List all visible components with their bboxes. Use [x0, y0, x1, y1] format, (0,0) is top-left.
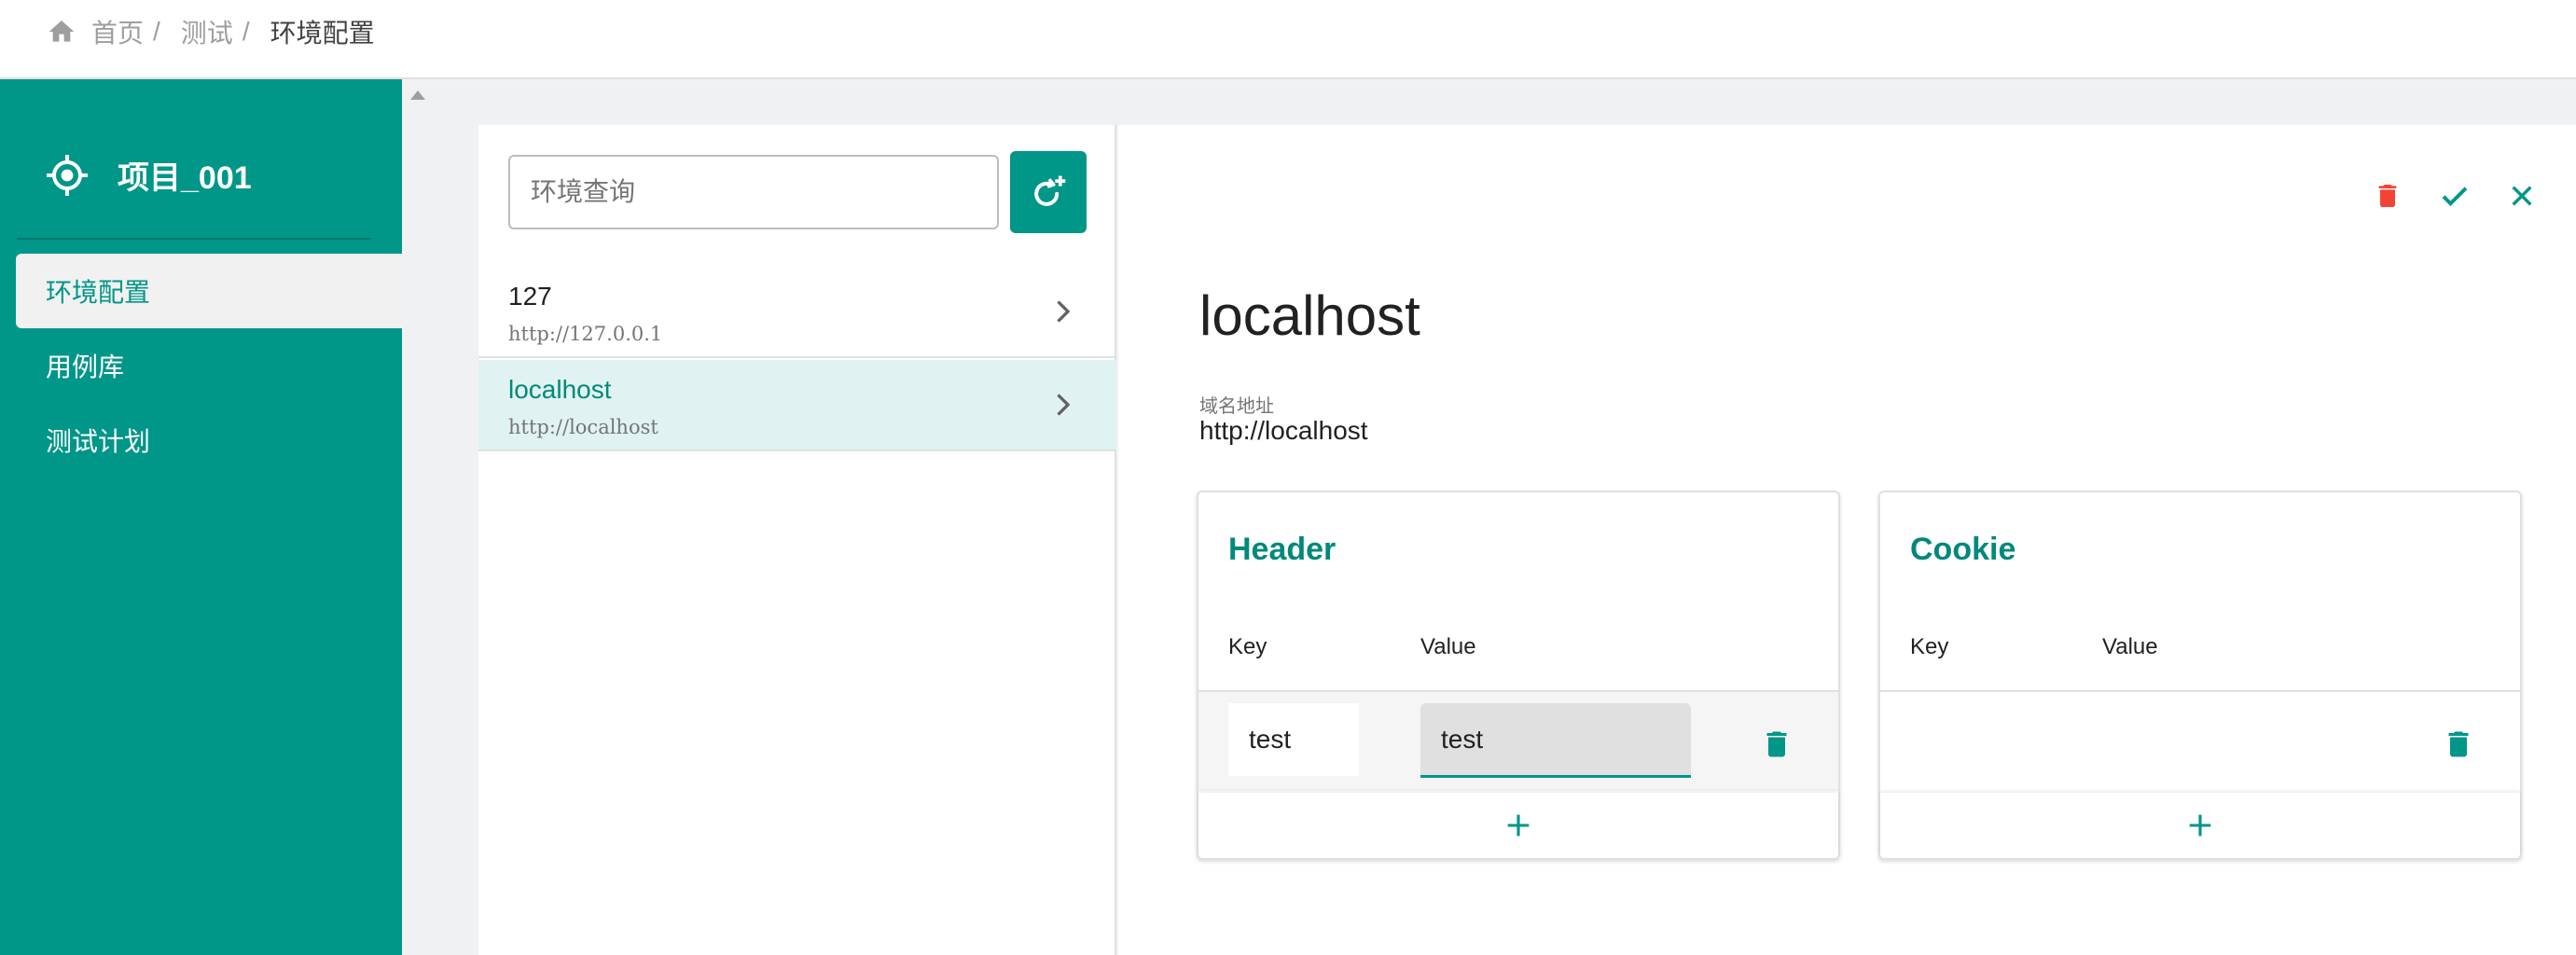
environment-search-input[interactable]	[508, 155, 999, 229]
breadcrumb-item-test[interactable]: 测试	[181, 13, 233, 50]
header-row	[1198, 690, 1838, 791]
sidebar-nav: 环境配置 用例库 测试计划	[16, 254, 402, 478]
environment-url: http://127.0.0.1	[508, 323, 663, 345]
plus-icon	[1507, 814, 1530, 837]
refresh-add-button[interactable]	[1010, 151, 1087, 233]
top-bar: 首页 / 测试 / 环境配置	[0, 0, 2576, 79]
sidebar-divider	[17, 238, 371, 240]
cookie-card-title: Cookie	[1910, 532, 2016, 567]
trash-icon[interactable]	[1760, 726, 1794, 763]
trash-icon	[2378, 185, 2397, 207]
environment-list-item[interactable]: 127 http://127.0.0.1	[478, 267, 1116, 358]
scroll-up-icon[interactable]	[410, 90, 425, 100]
cookie-card: Cookie Key Value	[1878, 491, 2522, 860]
add-header-button[interactable]	[1198, 793, 1838, 858]
breadcrumb-separator: /	[242, 17, 250, 46]
project-name: 项目_001	[118, 160, 252, 196]
chevron-right-icon	[1057, 394, 1071, 416]
save-button[interactable]	[2438, 179, 2472, 213]
breadcrumb: 首页 / 测试 / 环境配置	[47, 13, 375, 50]
cookie-col-key: Key	[1910, 634, 1949, 659]
environment-name: 127	[508, 282, 552, 311]
check-icon	[2442, 187, 2468, 207]
breadcrumb-item-current: 环境配置	[270, 19, 375, 48]
home-icon[interactable]	[47, 17, 76, 47]
environment-list-panel: 127 http://127.0.0.1 localhost http://lo…	[478, 125, 1116, 955]
header-col-key: Key	[1228, 634, 1267, 659]
sidebar-item-test-plan[interactable]: 测试计划	[16, 403, 402, 478]
project-header: 项目_001	[45, 152, 252, 198]
header-card-title: Header	[1228, 532, 1336, 567]
environment-title: localhost	[1199, 284, 1420, 347]
sidebar: 项目_001 环境配置 用例库 测试计划	[0, 79, 402, 955]
refresh-plus-icon	[1034, 175, 1066, 206]
domain-label: 域名地址	[1199, 396, 1274, 417]
header-key-input[interactable]	[1228, 703, 1359, 776]
close-button[interactable]	[2505, 179, 2539, 213]
sidebar-item-case-library[interactable]: 用例库	[16, 328, 402, 403]
environment-list-item-selected[interactable]: localhost http://localhost	[478, 360, 1116, 451]
sidebar-item-env-config[interactable]: 环境配置	[16, 254, 402, 328]
close-icon	[2512, 186, 2532, 206]
add-cookie-button[interactable]	[1880, 793, 2520, 858]
plus-icon	[2189, 814, 2211, 837]
environment-url: http://localhost	[508, 416, 658, 438]
environment-detail-panel: localhost 域名地址 http://localhost Header K…	[1118, 125, 2576, 955]
environment-name: localhost	[508, 375, 612, 404]
cookie-row	[1880, 690, 2520, 791]
chevron-right-icon	[1057, 300, 1071, 323]
domain-value: http://localhost	[1199, 416, 1368, 445]
cookie-col-value: Value	[2102, 634, 2158, 659]
trash-icon[interactable]	[2442, 726, 2475, 763]
header-value-input[interactable]	[1420, 703, 1691, 778]
breadcrumb-separator: /	[153, 17, 160, 46]
header-card: Header Key Value	[1197, 491, 1840, 860]
detail-actions	[2371, 179, 2539, 213]
header-col-value: Value	[1420, 634, 1476, 659]
breadcrumb-item-home[interactable]: 首页	[91, 13, 144, 50]
target-icon	[47, 154, 88, 196]
delete-environment-button[interactable]	[2371, 179, 2404, 213]
